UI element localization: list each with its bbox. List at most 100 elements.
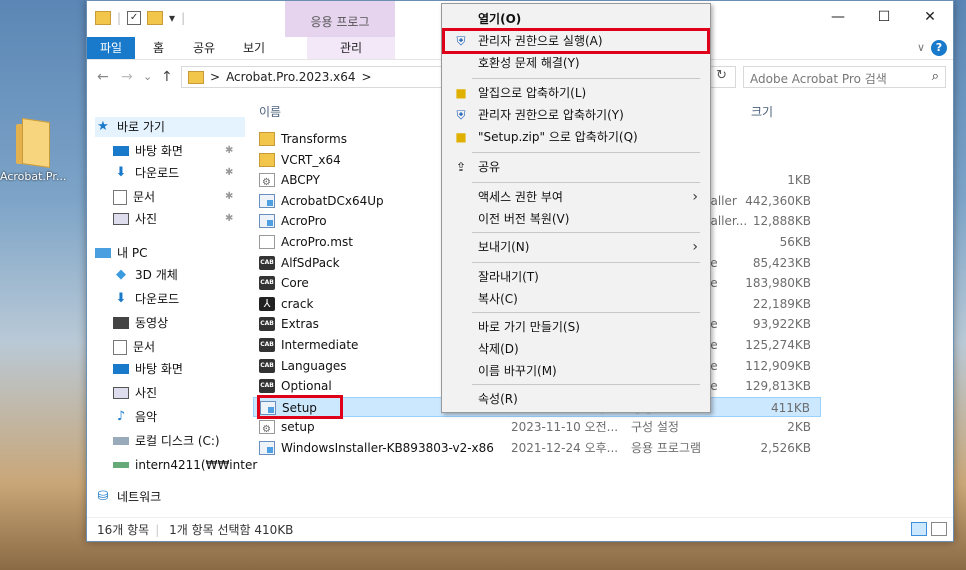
uac-shield-icon: ⛨ [456,108,466,122]
navigation-pane: ★ 바로 가기 바탕 화면 ✱ ⬇ 다운로드 ✱ 문서 ✱ 사진 ✱ 내 PC … [87,93,257,517]
tab-view[interactable]: 보기 [233,37,275,59]
file-name: Languages [281,358,347,373]
submenu-arrow-icon: › [692,189,698,205]
file-name: AcrobatDCx64Up [281,193,384,208]
sidebar-item-quick-access[interactable]: ★ 바로 가기 [95,117,245,137]
file-size: 12,888KB [752,214,811,229]
installer-icon [259,193,275,208]
sidebar-item-pictures[interactable]: 사진 [113,209,157,229]
desktop-folder-icon[interactable]: Acrobat.Pr... [0,118,66,183]
pin-icon[interactable]: ✱ [225,191,233,202]
close-button[interactable]: ✕ [907,1,953,33]
sidebar-item-downloads-pc[interactable]: ⬇ 다운로드 [113,289,180,309]
sidebar-item-downloads[interactable]: ⬇ 다운로드 [113,163,180,183]
sidebar-item-desktop[interactable]: 바탕 화면 [113,141,183,161]
sidebar-item-documents-pc[interactable]: 문서 [113,337,155,357]
menu-item-open[interactable]: 열기(O) [442,8,710,30]
search-input[interactable]: Adobe Acrobat Pro 검색 ⌕ [743,66,946,88]
download-arrow-icon: ⬇ [115,165,127,180]
menu-item-grant-access[interactable]: 액세스 권한 부여 › [442,186,710,208]
drive-icon [113,437,129,445]
menu-item-create-shortcut[interactable]: 바로 가기 만들기(S) [442,316,710,338]
sidebar-item-pictures-pc[interactable]: 사진 [113,383,157,403]
forward-arrow-icon[interactable]: → [121,69,133,85]
expand-ribbon-icon[interactable]: ∨ [917,41,925,54]
cab-archive-icon: CAB [259,255,275,270]
video-icon [113,317,129,329]
status-bar: 16개 항목 | 1개 항목 선택함 410KB [87,517,953,541]
properties-check-icon[interactable]: ✓ [127,11,142,25]
details-view-icon[interactable] [911,522,927,536]
sidebar-item-3d-objects[interactable]: ◆ 3D 개체 [113,265,178,285]
help-icon[interactable]: ? [931,40,947,56]
tab-share[interactable]: 공유 [183,37,225,59]
menu-item-share[interactable]: ⇪ 공유 [442,156,710,178]
selection-info: 1개 항목 선택함 410KB [169,523,294,537]
quick-access-toolbar: | ✓ ▾ | [95,11,185,25]
alzip-icon: ■ [455,86,467,100]
file-name: AlfSdPack [281,255,340,270]
menu-item-compress-zip[interactable]: ■ "Setup.zip" 으로 압축하기(Q) [442,126,710,148]
menu-item-compress[interactable]: ■ 알집으로 압축하기(L) [442,82,710,104]
file-size: 56KB [779,235,811,249]
sidebar-item-local-disk[interactable]: 로컬 디스크 (C:) [113,431,220,451]
sidebar-item-videos[interactable]: 동영상 [113,313,168,333]
sidebar-item-network-drive[interactable]: intern4211(₩₩inter [113,455,257,475]
pin-icon[interactable]: ✱ [225,167,233,178]
file-type: 구성 설정 [631,420,679,435]
document-icon [113,189,127,205]
pin-icon[interactable]: ✱ [225,213,233,224]
menu-item-copy[interactable]: 복사(C) [442,288,710,310]
tab-manage[interactable]: 관리 [307,37,395,59]
file-name: AcroPro [281,214,327,229]
menu-item-restore[interactable]: 이전 버전 복원(V) [442,208,710,230]
sidebar-item-label: 바탕 화면 [135,144,183,158]
tab-file[interactable]: 파일 [87,37,135,59]
sidebar-item-music[interactable]: ♪ 음악 [113,407,157,427]
file-name: WindowsInstaller-KB893803-v2-x86 [281,441,494,455]
menu-item-delete[interactable]: 삭제(D) [442,338,710,360]
context-tab-header: 응용 프로그 [285,1,395,37]
table-row[interactable]: WindowsInstaller-KB893803-v2-x86 2021-12-… [253,438,821,458]
back-arrow-icon[interactable]: ← [97,69,109,85]
menu-item-compress-admin[interactable]: ⛨ 관리자 권한으로 압축하기(Y) [442,104,710,126]
file-size: 22,189KB [752,296,811,311]
customize-qat-icon[interactable]: ▾ [169,11,175,25]
menu-item-properties[interactable]: 속성(R) [442,388,710,410]
maximize-button[interactable]: ☐ [861,1,907,33]
recent-locations-icon[interactable]: ⌄ [143,70,152,83]
star-icon: ★ [97,119,109,134]
new-folder-icon[interactable] [147,11,164,25]
search-placeholder: Adobe Acrobat Pro 검색 [750,72,887,86]
sidebar-item-documents[interactable]: 문서 [113,187,155,207]
large-icons-view-icon[interactable] [931,522,947,536]
sidebar-item-label: 사진 [135,386,158,400]
menu-item-rename[interactable]: 이름 바꾸기(M) [442,360,710,382]
menu-item-cut[interactable]: 잘라내기(T) [442,266,710,288]
menu-item-send-to[interactable]: 보내기(N) › [442,236,710,258]
sidebar-item-network[interactable]: ⛁ 네트워크 [95,487,162,507]
breadcrumb-folder[interactable]: Acrobat.Pro.2023.x64 [226,70,355,84]
tab-home[interactable]: 홈 [143,37,174,59]
table-row[interactable]: setup 2023-11-10 오전... 구성 설정 2KB [253,417,821,440]
column-header-size[interactable]: 크기 [751,103,773,120]
menu-item-troubleshoot[interactable]: 호환성 문제 해결(Y) [442,52,710,74]
pin-icon[interactable]: ✱ [225,145,233,156]
file-name: Transforms [281,132,347,146]
up-arrow-icon[interactable]: ↑ [161,69,173,85]
column-header-name[interactable]: 이름 [259,103,281,120]
cab-archive-icon: CAB [259,338,275,352]
minimize-button[interactable]: — [815,1,861,33]
folder-icon [259,132,275,146]
breadcrumb-separator: > [361,70,372,84]
file-size: 85,423KB [752,255,811,270]
sidebar-item-label: 문서 [133,340,156,354]
cube-icon: ◆ [116,267,126,282]
refresh-icon[interactable]: ↻ [716,68,727,83]
computer-icon [95,248,111,258]
sidebar-item-desktop-pc[interactable]: 바탕 화면 [113,359,183,379]
item-count: 16개 항목 [97,523,150,537]
file-date: 2023-11-10 오전... [511,420,619,435]
context-menu: 열기(O) ⛨ 관리자 권한으로 실행(A) 호환성 문제 해결(Y) ■ 알집… [441,3,711,413]
sidebar-item-this-pc[interactable]: 내 PC [95,243,147,263]
